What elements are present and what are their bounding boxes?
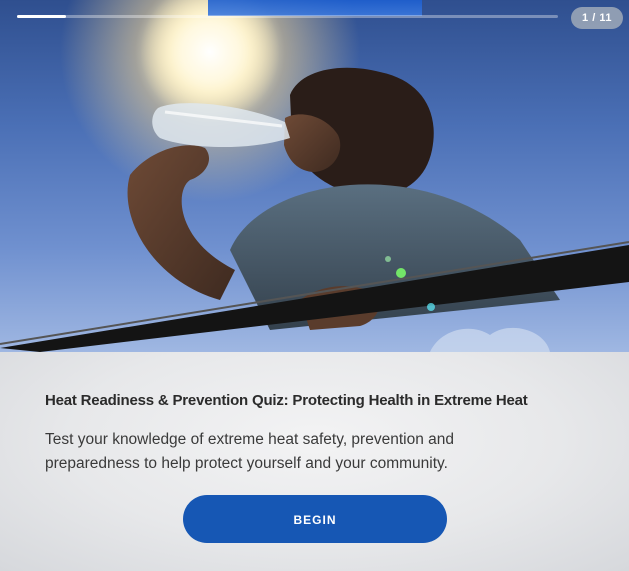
quiz-intro-content: Heat Readiness & Prevention Quiz: Protec…: [0, 352, 629, 571]
question-counter-badge: 1 / 11: [571, 7, 623, 29]
progress-fill: [17, 15, 66, 18]
quiz-description: Test your knowledge of extreme heat safe…: [45, 431, 454, 472]
begin-button[interactable]: BEGIN: [183, 495, 447, 543]
progress-track: [17, 15, 558, 18]
hero-image: 1 / 11: [0, 0, 629, 352]
quiz-card: 1 / 11 Heat Readiness & Prevention Quiz:…: [0, 0, 629, 571]
hero-illustration: [0, 0, 629, 352]
quiz-title: Heat Readiness & Prevention Quiz: Protec…: [45, 392, 528, 409]
top-highlight-tab: [208, 0, 422, 16]
